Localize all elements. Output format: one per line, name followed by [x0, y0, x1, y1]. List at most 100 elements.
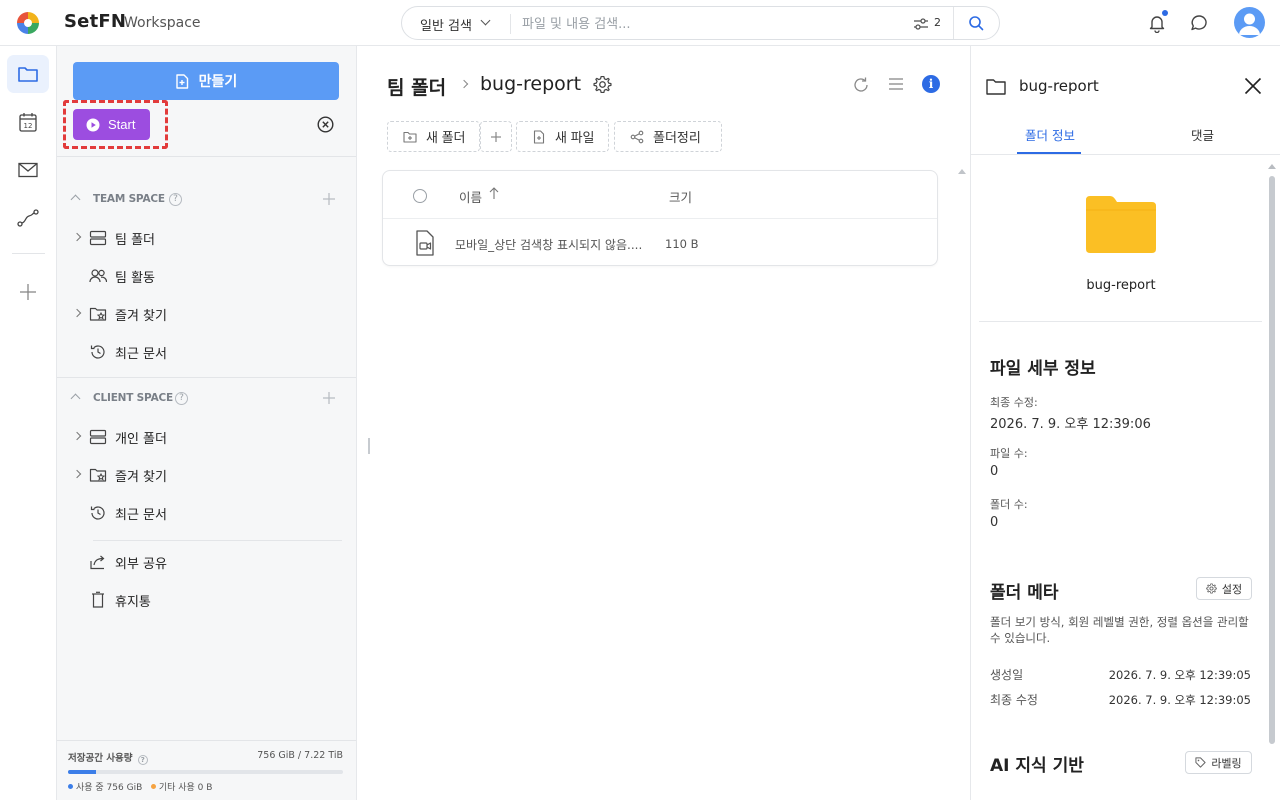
plus-icon[interactable]: [323, 392, 335, 404]
folder-plus-icon: [403, 131, 417, 143]
search-input[interactable]: [522, 14, 902, 34]
chevron-right-icon[interactable]: [72, 232, 82, 242]
help-icon[interactable]: ?: [169, 193, 182, 206]
chevron-down-icon[interactable]: [480, 15, 491, 26]
history-icon: [90, 345, 105, 359]
storage-label: 저장공간 사용량 ?: [68, 750, 148, 765]
scroll-up-arrow[interactable]: [1268, 164, 1276, 169]
modified-label: 최종 수정: [990, 693, 1038, 707]
rail-mail[interactable]: [7, 151, 49, 189]
refresh-icon[interactable]: [852, 76, 870, 94]
rail-calendar[interactable]: 12: [7, 103, 49, 141]
folder-count-label: 폴더 수:: [990, 498, 1028, 511]
sort-ascending-icon[interactable]: [488, 186, 500, 200]
storage-value: 756 GiB / 7.22 TiB: [257, 750, 343, 761]
new-folder-button[interactable]: 새 폴더: [387, 121, 480, 152]
chevron-right-icon[interactable]: [72, 308, 82, 318]
file-details-heading: 파일 세부 정보: [990, 359, 1096, 379]
chevron-right-icon[interactable]: [72, 469, 82, 479]
search-divider: [510, 14, 511, 34]
close-circle-icon[interactable]: [317, 116, 334, 133]
file-name[interactable]: 모바일_상단 검색창 표시되지 않음....: [455, 236, 642, 253]
plus-icon[interactable]: [323, 193, 335, 205]
main-content: 팀 폴더 bug-report i 새 폴더 새 파일 폴더정리 이름 크기 모…: [357, 46, 970, 800]
folder-meta-description: 폴더 보기 방식, 회원 레벨별 권한, 정렬 옵션을 관리할 수 있습니다.: [990, 615, 1249, 645]
column-header-size[interactable]: 크기: [669, 187, 692, 206]
add-button[interactable]: [480, 121, 512, 152]
organize-folder-button[interactable]: 폴더정리: [614, 121, 722, 152]
bell-icon[interactable]: [1147, 13, 1167, 33]
panel-scrollbar[interactable]: [1269, 176, 1275, 744]
ai-knowledge-heading: AI 지식 기반: [990, 756, 1084, 776]
filter-count: 2: [934, 16, 941, 29]
calendar-icon: 12: [19, 112, 37, 132]
sidebar-item-team-folder[interactable]: 팀 폴더: [57, 223, 356, 253]
column-header-name[interactable]: 이름: [459, 187, 482, 206]
chat-bubble-icon[interactable]: [1189, 13, 1209, 33]
sidebar-item-team-activity[interactable]: 팀 활동: [57, 261, 356, 291]
sidebar-item-personal-folder[interactable]: 개인 폴더: [57, 422, 356, 452]
filter-sliders-icon[interactable]: [913, 17, 929, 31]
node-tree-icon: [630, 130, 644, 143]
brand-name: SetFN: [64, 11, 127, 32]
create-button[interactable]: 만들기: [73, 62, 339, 100]
sidebar-item-team-recent[interactable]: 최근 문서: [57, 337, 356, 367]
storage-label-text: 저장공간 사용량: [68, 753, 133, 764]
tag-icon: [1195, 757, 1206, 768]
scroll-up-arrow[interactable]: [958, 169, 966, 174]
last-modified-value: 2026. 7. 9. 오후 12:39:06: [990, 417, 1151, 432]
left-rail: 12: [0, 46, 57, 800]
sidebar: 만들기 Start TEAM SPACE ? 팀 폴더 팀 활동 즐겨 찾기 최…: [57, 46, 357, 800]
star-folder-icon: [89, 307, 107, 321]
new-file-button[interactable]: 새 파일: [516, 121, 609, 152]
new-document-icon: [175, 73, 188, 89]
labeling-button[interactable]: 라벨링: [1185, 751, 1252, 774]
search-icon[interactable]: [968, 15, 984, 31]
sidebar-item-client-recent[interactable]: 최근 문서: [57, 498, 356, 528]
help-icon[interactable]: ?: [137, 755, 148, 765]
rail-files[interactable]: [7, 55, 49, 93]
rail-workflow[interactable]: [7, 199, 49, 237]
brand-subtitle: Workspace: [124, 15, 201, 31]
row-divider: [383, 218, 937, 219]
file-plus-icon: [533, 129, 545, 144]
tab-folder-info[interactable]: 폴더 정보: [1025, 125, 1075, 144]
help-icon[interactable]: ?: [175, 392, 188, 405]
info-icon[interactable]: i: [922, 75, 940, 93]
breadcrumb-root[interactable]: 팀 폴더: [387, 73, 446, 100]
chevron-right-icon[interactable]: [72, 431, 82, 441]
resize-handle[interactable]: [368, 438, 370, 454]
avatar[interactable]: [1234, 7, 1265, 38]
sidebar-item-trash[interactable]: 휴지통: [57, 585, 356, 615]
close-icon[interactable]: [1244, 77, 1262, 95]
created-label: 생성일: [990, 668, 1024, 682]
sidebar-item-label: 즐겨 찾기: [115, 470, 167, 485]
sidebar-item-external-share[interactable]: 외부 공유: [57, 547, 356, 577]
mail-icon: [18, 162, 38, 178]
folder-settings-gear-icon[interactable]: [593, 75, 612, 94]
collapse-caret-icon[interactable]: [70, 393, 81, 404]
share-icon: [90, 555, 105, 570]
logo-icon[interactable]: [17, 12, 39, 34]
search-type-select[interactable]: 일반 검색: [420, 15, 472, 34]
trash-icon: [92, 591, 104, 608]
select-all-checkbox[interactable]: [413, 189, 427, 203]
sidebar-item-team-favorites[interactable]: 즐겨 찾기: [57, 299, 356, 329]
sidebar-item-client-favorites[interactable]: 즐겨 찾기: [57, 460, 356, 490]
collapse-caret-icon[interactable]: [70, 194, 81, 205]
sidebar-item-label: 최근 문서: [115, 347, 167, 362]
sidebar-item-label: 휴지통: [115, 595, 151, 610]
route-icon: [17, 209, 39, 227]
rail-divider: [12, 253, 45, 254]
new-file-label: 새 파일: [555, 130, 595, 145]
storage-progress-bar: [68, 770, 343, 774]
meta-settings-button[interactable]: 설정: [1196, 577, 1252, 600]
tab-comments[interactable]: 댓글: [1191, 125, 1214, 144]
history-icon: [90, 506, 105, 520]
list-view-icon[interactable]: [888, 77, 904, 91]
tab-divider: [971, 154, 1280, 155]
start-button[interactable]: Start: [73, 109, 150, 140]
client-space-title: CLIENT SPACE: [93, 392, 173, 404]
sidebar-item-label: 최근 문서: [115, 508, 167, 523]
rail-add[interactable]: [7, 273, 49, 311]
